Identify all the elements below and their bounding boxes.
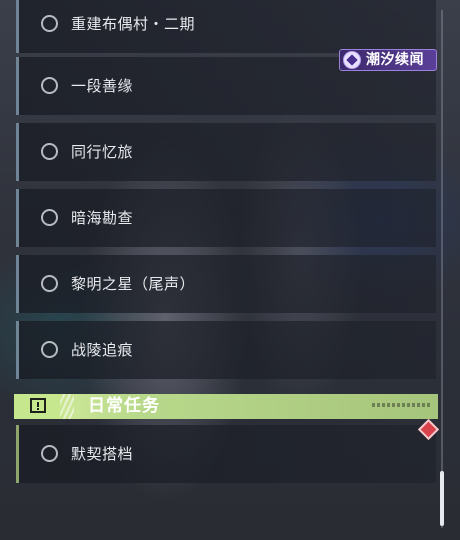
quest-status-ring-icon [41, 77, 58, 94]
quest-item[interactable]: 默契搭档 [16, 425, 436, 483]
quest-item[interactable]: 暗海勘查 [16, 189, 436, 247]
quest-status-ring-icon [41, 143, 58, 160]
header-stripes [60, 394, 74, 419]
quest-label: 默契搭档 [71, 445, 134, 463]
quest-status-ring-icon [41, 15, 58, 32]
quest-item[interactable]: 同行忆旅 [16, 123, 436, 181]
scrollbar-track[interactable] [441, 10, 443, 528]
quest-item[interactable]: 战陵追痕 [16, 321, 436, 379]
header-decoration [372, 403, 432, 407]
quest-status-ring-icon [41, 445, 58, 462]
quest-list: 重建布偶村・二期 一段善缘 同行忆旅 暗海勘查 黎明之星（尾声） 战陵追痕 日常… [0, 0, 440, 540]
scrollbar-thumb[interactable] [440, 471, 444, 526]
quest-label: 一段善缘 [71, 77, 134, 95]
quest-label: 战陵追痕 [71, 341, 134, 359]
daily-tasks-title: 日常任务 [88, 396, 160, 416]
quest-label: 重建布偶村・二期 [71, 15, 196, 33]
quest-label: 同行忆旅 [71, 143, 134, 161]
quest-status-ring-icon [41, 341, 58, 358]
quest-status-ring-icon [41, 209, 58, 226]
quest-status-ring-icon [41, 275, 58, 292]
tag-emblem-icon [343, 51, 361, 69]
alert-box-icon [14, 394, 64, 419]
tag-label: 潮汐续闻 [366, 52, 424, 68]
tide-sequel-tag: 潮汐续闻 [339, 49, 437, 71]
quest-label: 黎明之星（尾声） [71, 275, 196, 293]
quest-item[interactable]: 黎明之星（尾声） [16, 255, 436, 313]
daily-tasks-header[interactable]: 日常任务 [14, 394, 438, 419]
quest-label: 暗海勘查 [71, 209, 134, 227]
quest-item[interactable]: 重建布偶村・二期 [16, 0, 436, 53]
